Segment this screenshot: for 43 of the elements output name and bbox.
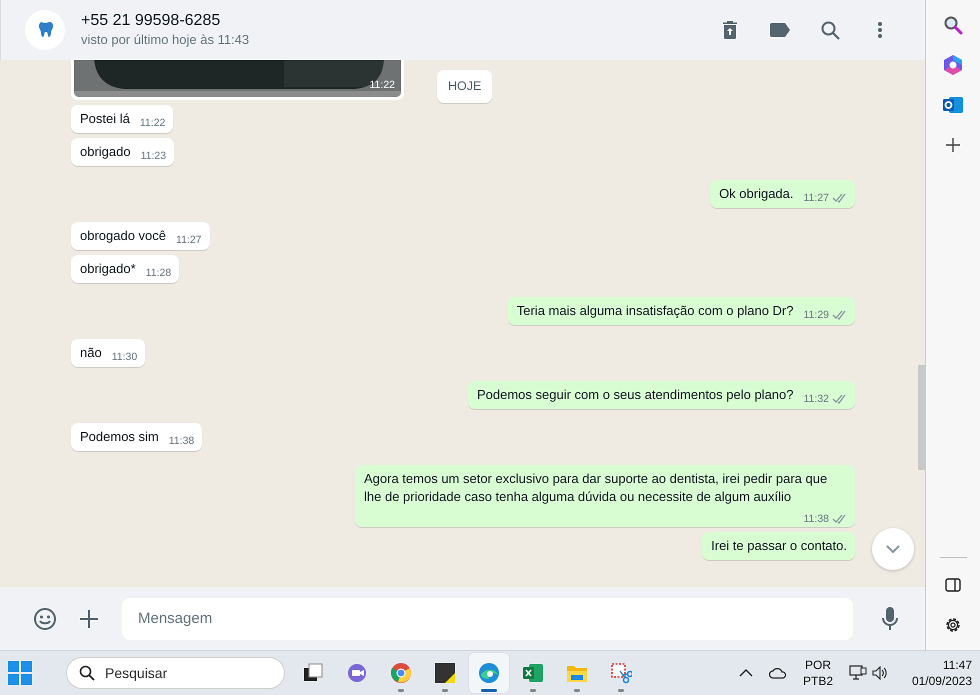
message-text: Teria mais alguma insatisfação com o plano Dr? (516, 302, 794, 320)
message-time: 11:28 (146, 266, 172, 280)
keyboard-layout[interactable]: PTB2 (802, 673, 833, 689)
image-message[interactable]: 11:22 (71, 60, 404, 100)
message-text: obrigado* (80, 260, 136, 278)
message-text: Irei te passar o contato. (711, 537, 847, 555)
message-time: 11:38 (804, 512, 829, 526)
message-time: 11:32 (804, 392, 829, 406)
message-text: obrigado (80, 143, 131, 161)
message-time: 11:22 (370, 78, 395, 94)
volume-icon[interactable] (872, 666, 888, 680)
clock-date[interactable]: 01/09/2023 (902, 673, 972, 689)
contact-name: +55 21 99598-6285 (81, 11, 222, 31)
search-input[interactable]: Pesquisar (103, 662, 253, 684)
scrollbar-thumb[interactable] (918, 365, 925, 470)
start-icon[interactable] (8, 661, 32, 685)
message-time: 11:29 (804, 308, 829, 322)
message-time: 11:27 (804, 191, 829, 205)
language-indicator[interactable]: POR (802, 657, 833, 673)
date-chip: HOJE (437, 70, 492, 103)
message-time: 11:38 (168, 434, 194, 448)
message-text: Podemos seguir com o seus atendimentos pelo plano? (476, 386, 794, 404)
contact-avatar[interactable] (25, 10, 65, 50)
message-time: 11:23 (140, 149, 166, 163)
message-text: Postei lá (80, 110, 130, 128)
message-time: 11:22 (140, 116, 166, 130)
chevron-up-icon[interactable] (738, 669, 753, 677)
message-time: 11:27 (176, 233, 202, 247)
message-text: Podemos sim (80, 428, 159, 446)
last-seen-status: visto por último hoje às 11:43 (81, 31, 250, 49)
message-text: obrogado você (80, 227, 166, 245)
message-text: Ok obrigada. (719, 185, 794, 203)
chevron-down-icon (885, 544, 901, 554)
network-icon[interactable] (849, 665, 867, 681)
message-time: 11:30 (112, 350, 138, 364)
message-input[interactable]: Mensagem (122, 598, 853, 640)
clock-time[interactable]: 11:47 (902, 657, 972, 673)
message-text: não (80, 344, 102, 362)
cloud-icon[interactable] (768, 667, 787, 679)
search-icon[interactable] (79, 665, 95, 681)
message-text: Agora temos um setor exclusivo para dar suporte ao dentista, irei pedir para que lhe de prioridade caso tenha alguma dúvida ou necessite de algum auxílio (364, 470, 828, 506)
browser-icon[interactable] (469, 653, 509, 693)
taskbar-search-field[interactable]: Pesquisar (66, 657, 285, 689)
